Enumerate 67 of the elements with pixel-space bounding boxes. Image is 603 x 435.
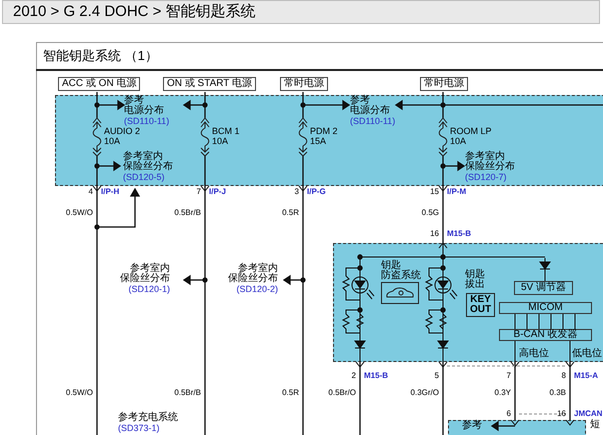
wire: [514, 340, 516, 362]
fuse-label: AUDIO 2 10A: [104, 126, 140, 146]
pin-number: 6: [506, 410, 511, 418]
fuse-icon: [200, 117, 210, 157]
pin-number: 3: [294, 188, 299, 196]
power-source-label: ON 或 START 电源: [163, 77, 256, 91]
wire-label: 0.5Br/O: [328, 389, 356, 397]
pin-number: 15: [430, 188, 439, 196]
connector-label: I/P-M: [447, 188, 466, 196]
car-icon: [381, 282, 419, 304]
reference-note: 参考室内 保险丝分布 (SD120-1): [120, 264, 170, 294]
wire-label: 0.5G: [422, 209, 439, 217]
wire: [374, 256, 426, 258]
fuse-label: ROOM LP 10A: [450, 126, 492, 146]
fuse-label: BCM 1 10A: [212, 126, 240, 146]
bus-lines-drawing: [514, 314, 576, 330]
pin-number: 2: [352, 372, 356, 380]
wire-label: 0.5R: [282, 389, 299, 397]
reference-note: 参考室内 保险丝分布 (SD120-7): [465, 152, 515, 182]
connector-label: I/P-J: [209, 188, 226, 196]
wire-label: 0.5W/O: [66, 209, 93, 217]
immobilizer-label: 钥匙 防盗系统: [381, 261, 421, 281]
power-source-label: ACC 或 ON 电源: [58, 77, 140, 91]
pin-number: 7: [196, 188, 201, 196]
pin-number: 4: [88, 188, 93, 196]
pin-number: 7: [506, 372, 511, 380]
power-source-label: 常时电源: [420, 77, 468, 91]
key-out-badge: KEY OUT: [466, 293, 495, 317]
connector-label: JMCAN: [574, 410, 602, 418]
connector-label: M15-B: [364, 372, 388, 380]
connector-label: M15-B: [447, 230, 472, 238]
reference-note: 参考 电源分布 (SD110-11): [350, 96, 396, 126]
pin-number: 5: [434, 372, 439, 380]
wire: [442, 242, 444, 255]
connector-label: I/P-G: [307, 188, 326, 196]
wire-label: 0.3Gr/O: [410, 389, 439, 397]
reference-note: 参考: [462, 421, 482, 431]
signal-label: 低电位: [572, 349, 602, 359]
pin-number: 16: [430, 230, 439, 238]
circuit-block: B-CAN 收发器: [499, 329, 592, 341]
reference-note: 参考 电源分布 (SD110-11): [124, 96, 170, 126]
pin-number: 16: [557, 410, 566, 418]
pin-number: 8: [562, 372, 566, 380]
wire-label: 0.5W/O: [66, 389, 93, 397]
wire-label: 0.5R: [282, 209, 299, 217]
reference-note: 参考室内 保险丝分布 (SD120-5): [123, 152, 173, 182]
power-source-label: 常时电源: [280, 77, 328, 91]
wire-label: 0.5Br/B: [174, 209, 201, 217]
breadcrumb-bar: 2010 > G 2.4 DOHC > 智能钥匙系统: [2, 0, 600, 24]
wire-label: 0.5Br/B: [174, 389, 201, 397]
wire-label: 0.3B: [550, 389, 566, 397]
reference-note: 参考充电系统 (SD373-1): [118, 413, 178, 433]
signal-label: 高电位: [519, 349, 549, 359]
diagram-title: 智能钥匙系统 （1）: [43, 49, 158, 62]
fuse-icon: [92, 117, 102, 157]
reference-note: 参考室内 保险丝分布 (SD120-2): [228, 264, 278, 294]
wire-label: 0.3Y: [494, 389, 511, 397]
connector-label: I/P-H: [101, 188, 120, 196]
connector-label: M15-A: [574, 372, 598, 380]
fuse-icon: [298, 117, 308, 157]
fuse-icon: [438, 117, 448, 157]
diode-drawing: [539, 258, 551, 282]
circuit-block: 5V 调节器: [514, 281, 573, 295]
fuse-label: PDM 2 15A: [310, 126, 338, 146]
circuit-block: MICOM: [499, 302, 592, 314]
key-out-label: 钥匙 拔出: [465, 270, 485, 290]
side-note: 短: [590, 420, 600, 430]
